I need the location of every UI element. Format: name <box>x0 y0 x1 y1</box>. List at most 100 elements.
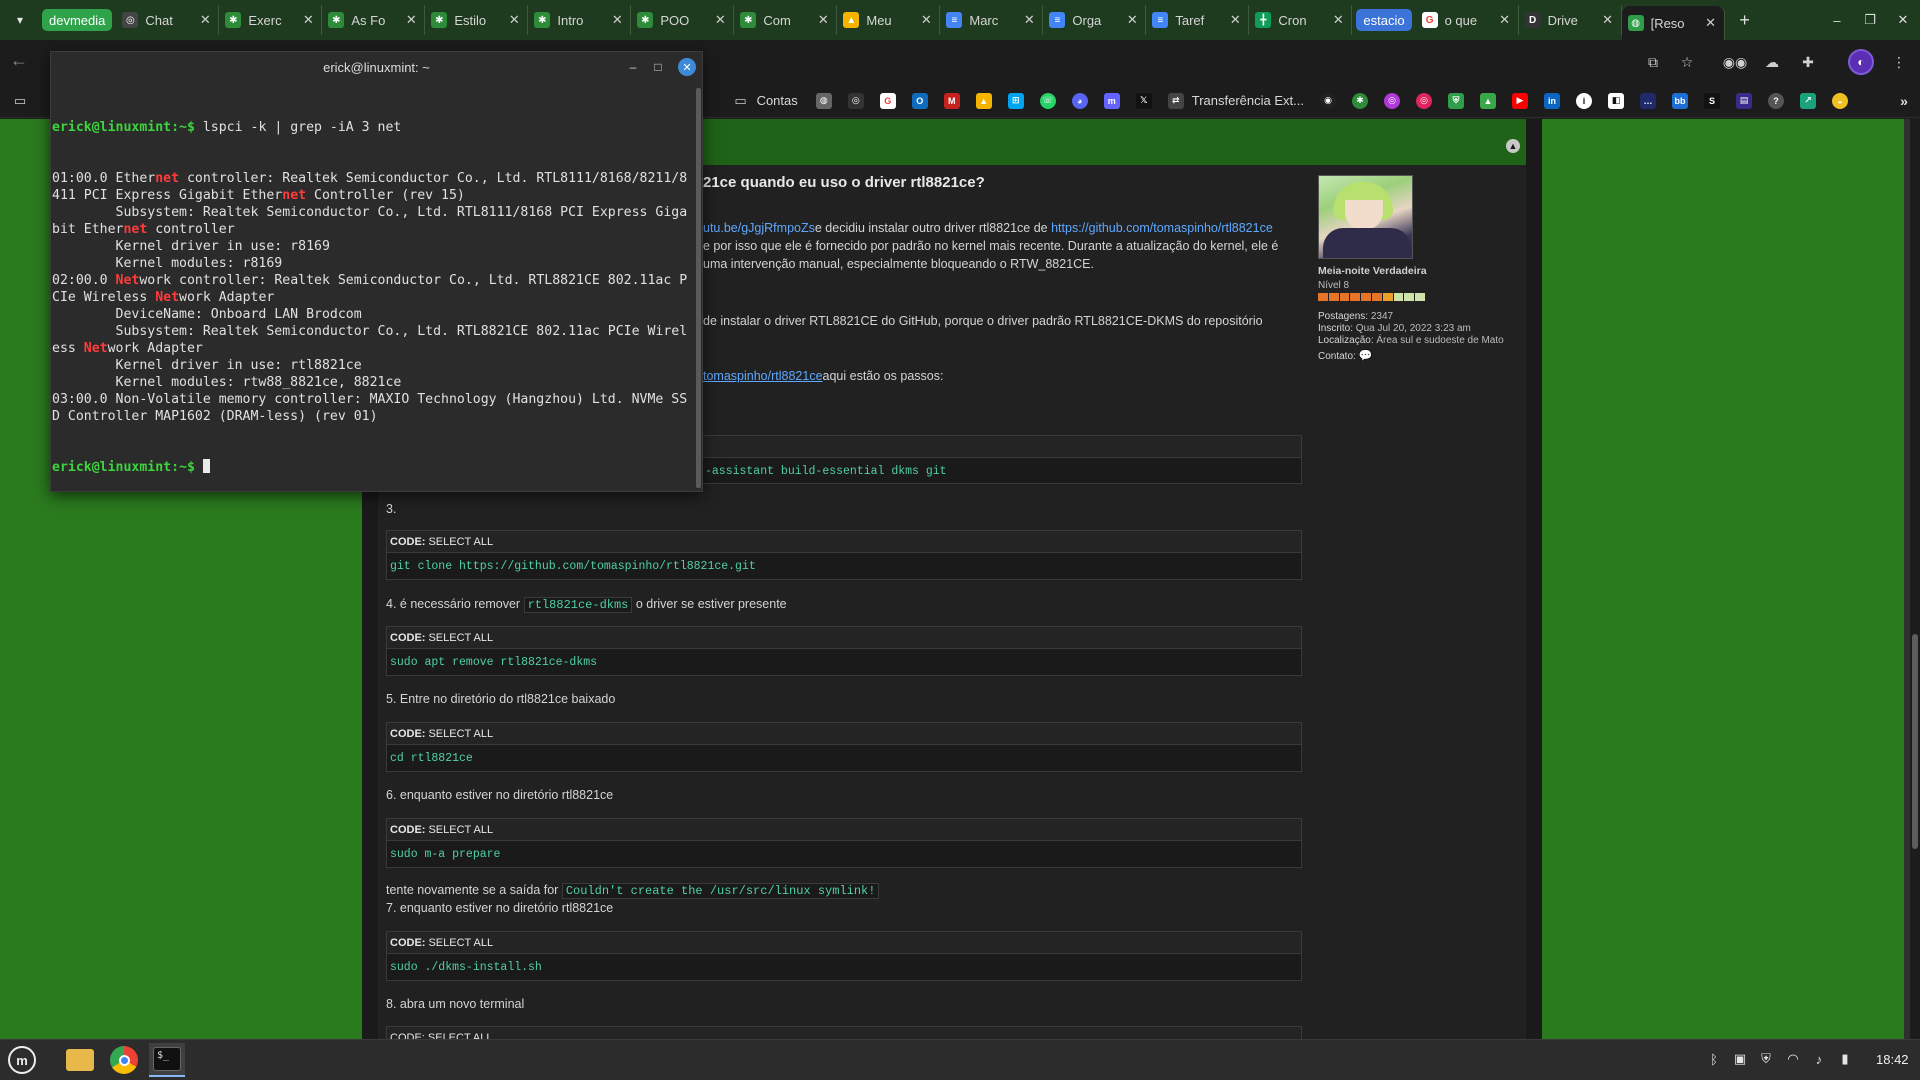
browser-tab[interactable]: ╋ Cron ✕ <box>1249 5 1353 35</box>
terminal-input-line[interactable]: erick@linuxmint:~$ <box>52 459 702 476</box>
terminal-scrollbar[interactable] <box>696 88 701 488</box>
app-icon[interactable]: ◒ <box>1832 92 1848 109</box>
browser-tab[interactable]: ≡ Taref ✕ <box>1146 5 1250 35</box>
close-icon[interactable]: ✕ <box>816 12 830 28</box>
extension-button[interactable]: ☁ <box>1760 50 1784 74</box>
terminal-output[interactable]: erick@linuxmint:~$ lspci -k | grep -iA 3… <box>51 82 702 510</box>
transfer-icon[interactable]: ⇄ <box>1167 92 1184 109</box>
clipboard-icon[interactable]: ▣ <box>1731 1050 1749 1068</box>
github-icon[interactable]: ◉ <box>1320 92 1336 109</box>
discord-icon[interactable]: ◕ <box>1071 92 1088 109</box>
select-all-link[interactable]: SELECT ALL <box>428 937 493 949</box>
restore-button[interactable]: ❐ <box>1853 0 1887 40</box>
close-icon[interactable]: ✕ <box>919 12 933 28</box>
select-all-link[interactable]: SELECT ALL <box>428 632 493 644</box>
post-title[interactable]: 21ce quando eu uso o driver rtl8821ce? <box>703 174 985 192</box>
browser-tab[interactable]: ▲ Meu ✕ <box>837 5 941 35</box>
browser-tab[interactable]: ✱ Estilo ✕ <box>425 5 529 35</box>
tab-search-button[interactable]: ▾ <box>6 6 34 34</box>
youtube-icon[interactable]: ▶ <box>1512 92 1528 109</box>
terminal-close-button[interactable]: ✕ <box>678 58 696 76</box>
android-icon[interactable]: ▲ <box>1480 92 1496 109</box>
select-all-link[interactable]: SELECT ALL <box>428 824 493 836</box>
tab-group-estacio[interactable]: estacio <box>1356 9 1412 31</box>
page-scrollbar[interactable] <box>1910 119 1920 1039</box>
speech-bubble-icon[interactable]: 💬 <box>1359 350 1373 362</box>
close-icon[interactable]: ✕ <box>1331 12 1345 28</box>
browser-tab[interactable]: ◎ Chat ✕ <box>116 5 220 35</box>
bookmark-star-button[interactable]: ☆ <box>1675 50 1699 74</box>
close-icon[interactable]: ✕ <box>1125 12 1139 28</box>
info-icon[interactable]: i <box>1576 92 1592 109</box>
microsoft-icon[interactable]: ⊞ <box>1007 92 1024 109</box>
code-content[interactable]: sudo m-a prepare <box>387 841 1301 867</box>
more-bookmarks-icon[interactable]: » <box>1896 93 1912 109</box>
browser-menu-button[interactable]: ⋮ <box>1887 50 1911 74</box>
browser-tab[interactable]: ✱ As Fo ✕ <box>322 5 426 35</box>
taskbar-terminal[interactable]: $_ <box>149 1043 185 1077</box>
close-icon[interactable]: ✕ <box>1601 12 1615 28</box>
author-name[interactable]: Meia-noite Verdadeira <box>1318 265 1528 277</box>
new-tab-button[interactable]: + <box>1731 6 1759 34</box>
bookmark-transferencia[interactable]: Transferência Ext... <box>1192 93 1304 108</box>
scrollbar-thumb[interactable] <box>1912 634 1918 849</box>
close-icon[interactable]: ✕ <box>713 12 727 28</box>
outlook-icon[interactable]: O <box>911 92 928 109</box>
app-icon[interactable]: ↗ <box>1800 92 1816 109</box>
code-content[interactable]: cd rtl8821ce <box>387 745 1301 771</box>
select-all-link[interactable]: SELECT ALL <box>428 728 493 740</box>
browser-tab[interactable]: ≡ Orga ✕ <box>1043 5 1147 35</box>
browser-tab[interactable]: ✱ Exerc ✕ <box>219 5 323 35</box>
app-icon[interactable]: ▤ <box>1736 92 1752 109</box>
code-header[interactable]: CODE: SELECT ALL <box>387 1027 1301 1039</box>
minimize-button[interactable]: – <box>1820 0 1854 40</box>
exercise-icon[interactable]: ✱ <box>1352 92 1368 109</box>
browser-tab[interactable]: ✱ POO ✕ <box>631 5 735 35</box>
close-window-button[interactable]: ✕ <box>1886 0 1920 40</box>
post-link[interactable]: tomaspinho/rtl8821ce <box>703 369 823 383</box>
openai-icon[interactable]: ◎ <box>847 92 864 109</box>
x-twitter-icon[interactable]: 𝕏 <box>1135 92 1152 109</box>
browser-tab[interactable]: ✱ Com ✕ <box>734 5 838 35</box>
author-avatar[interactable] <box>1318 175 1413 259</box>
browser-tab[interactable]: ✱ Intro ✕ <box>528 5 632 35</box>
profile-avatar-button[interactable]: ◐ <box>1848 49 1874 75</box>
clock[interactable]: 18:42 <box>1876 1052 1909 1067</box>
close-icon[interactable]: ✕ <box>610 12 624 28</box>
wifi-icon[interactable]: ◠ <box>1784 1050 1802 1068</box>
app-icon[interactable]: … <box>1640 92 1656 109</box>
bookmark-folder-contas[interactable]: ▭ Contas <box>725 93 797 109</box>
browser-tab[interactable]: Go que ✕ <box>1416 5 1519 35</box>
close-icon[interactable]: ✕ <box>301 12 315 28</box>
app-icon[interactable]: ◧ <box>1608 92 1624 109</box>
mastodon-icon[interactable]: m <box>1103 92 1120 109</box>
battery-icon[interactable]: ▮ <box>1836 1050 1854 1068</box>
app-icon[interactable]: S <box>1704 92 1720 109</box>
app-icon[interactable]: ? <box>1768 92 1784 109</box>
collapse-button[interactable]: ▲ <box>1506 139 1520 153</box>
google-icon[interactable]: G <box>879 92 896 109</box>
close-icon[interactable]: ✕ <box>507 12 521 28</box>
terminal-minimize-button[interactable]: – <box>624 58 642 76</box>
close-icon[interactable]: ✕ <box>1228 12 1242 28</box>
post-link[interactable]: utu.be/gJgjRfmpoZs <box>703 221 815 235</box>
gmail-icon[interactable]: M <box>943 92 960 109</box>
globe-icon[interactable]: ◍ <box>815 92 832 109</box>
linkedin-icon[interactable]: in <box>1544 92 1560 109</box>
folder-icon[interactable]: ▭ <box>12 93 28 109</box>
translate-button[interactable]: ⧉ <box>1641 50 1665 74</box>
terminal-maximize-button[interactable]: □ <box>649 58 667 76</box>
close-icon[interactable]: ✕ <box>1498 12 1512 28</box>
shield-icon[interactable]: ⛨ <box>1448 92 1464 109</box>
close-icon[interactable]: ✕ <box>404 12 418 28</box>
select-all-link[interactable]: SELECT ALL <box>428 536 493 548</box>
back-button[interactable]: ← <box>10 50 34 74</box>
app-icon[interactable]: ◎ <box>1384 92 1400 109</box>
shield-update-icon[interactable]: ⛨ <box>1757 1050 1775 1068</box>
browser-tab[interactable]: ◍ [Reso ✕ <box>1621 6 1725 40</box>
close-icon[interactable]: ✕ <box>1022 12 1036 28</box>
code-content[interactable]: sudo ./dkms-install.sh <box>387 954 1301 980</box>
app-icon[interactable]: ◎ <box>1416 92 1432 109</box>
close-icon[interactable]: ✕ <box>198 12 212 28</box>
bluetooth-icon[interactable]: ᛒ <box>1705 1050 1723 1068</box>
